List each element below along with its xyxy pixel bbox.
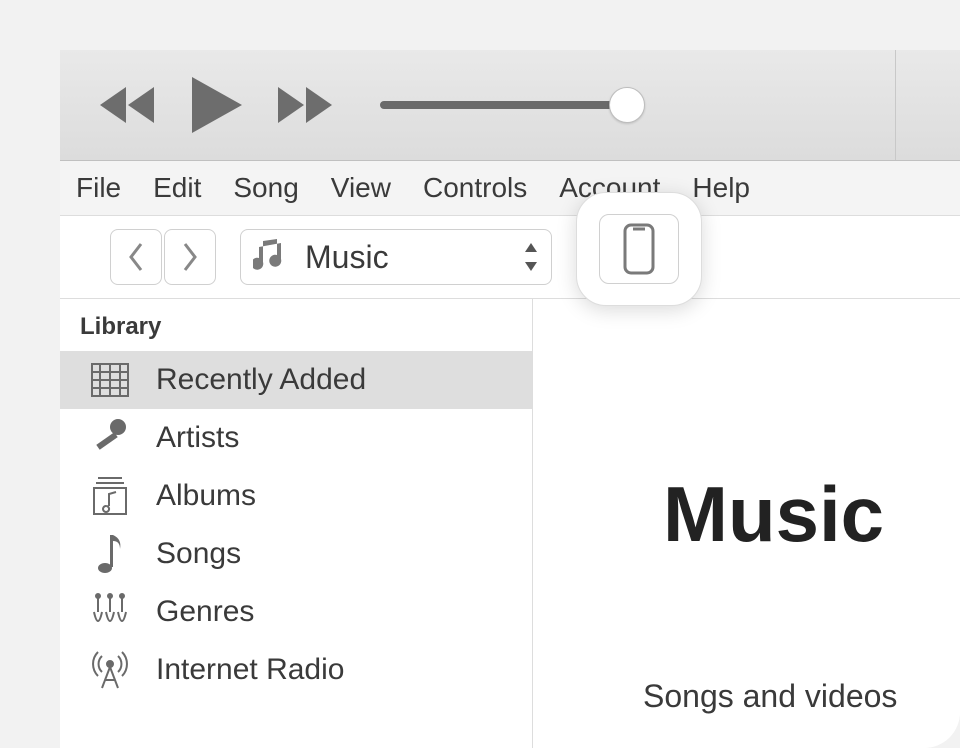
sidebar-item-label: Internet Radio xyxy=(156,653,344,687)
stepper-arrows-icon xyxy=(523,243,539,271)
page-subtitle: Songs and videos xyxy=(643,678,960,715)
volume-thumb[interactable] xyxy=(609,87,645,123)
device-button[interactable] xyxy=(576,192,702,306)
sidebar-item-albums[interactable]: Albums xyxy=(60,467,532,525)
page-title: Music xyxy=(663,469,960,560)
album-icon xyxy=(88,474,132,518)
sidebar-item-label: Artists xyxy=(156,421,239,455)
sidebar-item-label: Albums xyxy=(156,479,256,513)
device-button-inner xyxy=(599,214,679,284)
play-button[interactable] xyxy=(192,77,242,133)
app-window: File Edit Song View Controls Account Hel… xyxy=(60,50,960,748)
divider xyxy=(895,50,896,160)
toolbar: Music xyxy=(60,216,960,299)
next-button[interactable] xyxy=(278,87,334,123)
music-note-icon xyxy=(253,237,287,278)
menu-help[interactable]: Help xyxy=(692,172,750,204)
nav-forward-button[interactable] xyxy=(164,229,216,285)
sidebar-item-recently-added[interactable]: Recently Added xyxy=(60,351,532,409)
play-icon xyxy=(192,77,242,133)
chevron-right-icon xyxy=(181,242,199,272)
nav-back-button[interactable] xyxy=(110,229,162,285)
sidebar-item-artists[interactable]: Artists xyxy=(60,409,532,467)
sidebar-item-internet-radio[interactable]: Internet Radio xyxy=(60,641,532,699)
rewind-icon xyxy=(100,87,156,123)
sidebar-header-library: Library xyxy=(60,299,532,351)
fast-forward-icon xyxy=(278,87,334,123)
media-selector-label: Music xyxy=(305,239,523,276)
sidebar-item-label: Recently Added xyxy=(156,363,366,397)
menu-controls[interactable]: Controls xyxy=(423,172,527,204)
menu-bar: File Edit Song View Controls Account Hel… xyxy=(60,161,960,216)
sidebar-item-songs[interactable]: Songs xyxy=(60,525,532,583)
chevron-left-icon xyxy=(127,242,145,272)
main-content: Music Songs and videos xyxy=(533,299,960,748)
previous-button[interactable] xyxy=(100,87,156,123)
sidebar-item-genres[interactable]: Genres xyxy=(60,583,532,641)
phone-icon xyxy=(623,223,655,275)
grid-icon xyxy=(88,358,132,402)
microphone-icon xyxy=(88,416,132,460)
guitar-icon xyxy=(88,590,132,634)
sidebar: Library Recently Added xyxy=(60,299,533,748)
radio-tower-icon xyxy=(88,648,132,692)
note-icon xyxy=(88,532,132,576)
menu-edit[interactable]: Edit xyxy=(153,172,201,204)
sidebar-item-label: Genres xyxy=(156,595,254,629)
menu-view[interactable]: View xyxy=(331,172,391,204)
body-area: Library Recently Added xyxy=(60,299,960,748)
menu-file[interactable]: File xyxy=(76,172,121,204)
volume-slider[interactable] xyxy=(380,101,635,109)
media-type-selector[interactable]: Music xyxy=(240,229,552,285)
sidebar-item-label: Songs xyxy=(156,537,241,571)
menu-song[interactable]: Song xyxy=(233,172,298,204)
playback-bar xyxy=(60,50,960,161)
